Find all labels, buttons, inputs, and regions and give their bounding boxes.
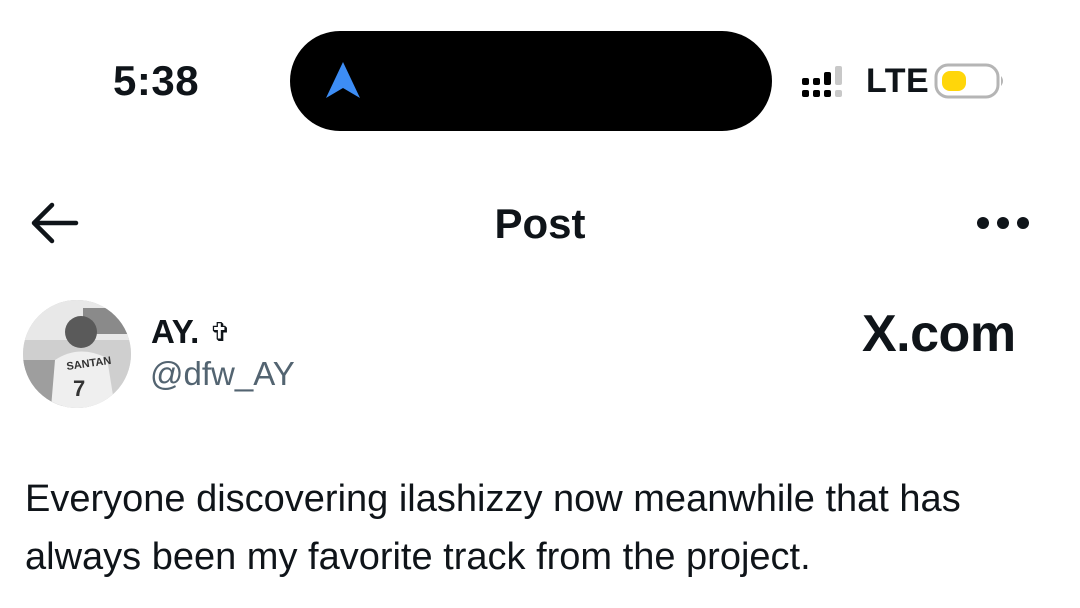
page-title: Post <box>494 200 586 247</box>
battery-low-icon <box>934 63 1003 99</box>
status-time: 5:38 <box>113 57 200 104</box>
post-text: Everyone discovering ilashizzy now meanw… <box>25 478 961 578</box>
navigation-arrow-icon <box>326 62 360 98</box>
more-dots-icon[interactable] <box>974 210 1032 236</box>
author-handle[interactable]: @dfw_AY <box>150 354 295 394</box>
author-name[interactable]: AY. <box>151 312 199 352</box>
author-badge-cross: ✞ <box>209 317 232 347</box>
signal-bars-icon <box>802 66 842 97</box>
avatar[interactable]: SANTAN 7 <box>23 300 131 408</box>
avatar-photo: SANTAN 7 <box>23 300 131 408</box>
network-type: LTE <box>866 62 930 100</box>
brand-watermark: X.com <box>862 305 1016 363</box>
author-name-row[interactable]: AY. ✞ <box>151 312 231 352</box>
svg-text:7: 7 <box>73 376 85 401</box>
